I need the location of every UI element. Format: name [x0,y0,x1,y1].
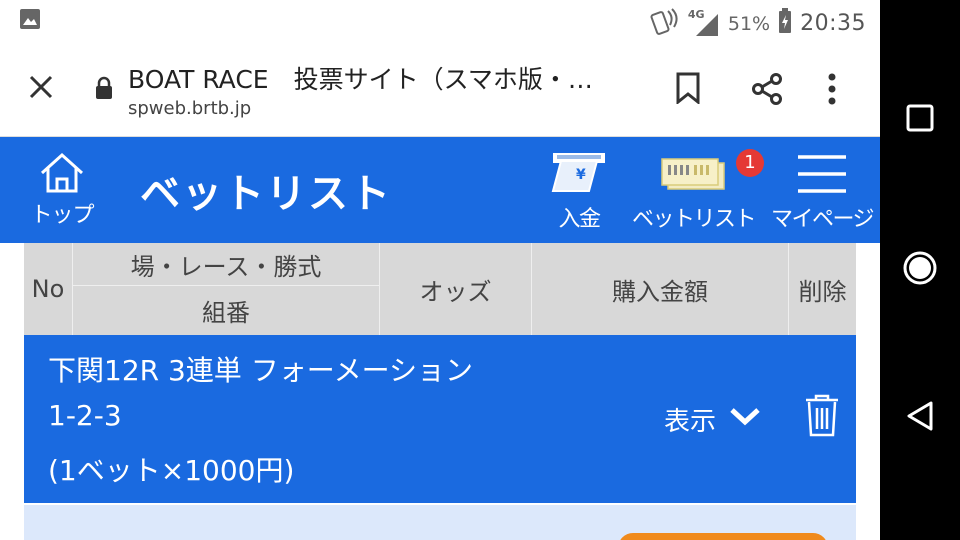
battery-percent: 51% [727,12,771,35]
header-venue-race-type: 場・レース・勝式 [130,252,322,281]
android-nav-bar [880,0,960,540]
header-amount: 購入金額 [612,277,708,306]
home-button[interactable]: トップ [26,151,98,229]
chevron-down-icon [728,405,762,435]
betlist-label: ベットリスト [632,207,757,232]
lock-icon [94,76,114,104]
header-title: ベットリスト [140,171,392,217]
header-delete: 削除 [798,277,847,306]
svg-text:¥: ¥ [576,167,586,183]
clock: 20:35 [800,11,866,36]
phone-screen: 4G 51% 20:35 BOAT RACE 投票サイト（スマホ版・… spwe… [0,0,880,540]
show-label: 表示 [664,407,717,437]
recents-button[interactable] [900,100,940,140]
recents-icon [905,103,935,137]
mypage-label: マイページ [770,207,875,232]
action-button[interactable] [618,533,828,540]
status-bar: 4G 51% 20:35 [0,0,880,42]
home-nav-button[interactable] [900,250,940,290]
deposit-icon: ¥ [551,153,607,201]
home-label: トップ [30,203,94,228]
deposit-button[interactable]: ¥ 入金 [548,151,610,233]
menu-icon [794,155,850,201]
bet-detail: (1ベット×1000円) [48,454,295,487]
battery-icon [778,8,792,39]
header-no: No [31,275,65,303]
bet-table: No 場・レース・勝式 組番 オッズ 購入金額 削除 下関12R 3連単 フォー… [24,243,856,540]
table-row: 下関12R 3連単 フォーメーション 1-2-3 (1ベット×1000円) 表示 [24,335,856,503]
home-circle-icon [901,249,939,291]
row-detail-area [24,505,856,540]
deposit-label: 入金 [558,207,601,232]
ticket-icon: 1 [660,149,764,201]
header-combination: 組番 [202,299,250,327]
mypage-button[interactable]: マイページ [766,151,878,233]
browser-toolbar: BOAT RACE 投票サイト（スマホ版・… spweb.brtb.jp [0,42,880,137]
image-notification-icon [19,8,41,35]
betlist-button[interactable]: 1 ベットリスト [632,149,764,233]
trash-icon[interactable] [804,393,840,444]
back-icon [905,400,935,436]
table-header: No 場・レース・勝式 組番 オッズ 購入金額 削除 [24,243,856,335]
back-button[interactable] [900,398,940,438]
bet-race: 下関12R 3連単 フォーメーション [48,354,474,387]
site-header: トップ ベットリスト ¥ 入金 1 ベットリスト マイページ [0,137,880,243]
bookmark-icon[interactable] [674,72,702,108]
header-odds: オッズ [419,277,492,306]
nfc-icon [650,7,680,40]
show-details-button[interactable]: 表示 [664,401,762,438]
page-title[interactable]: BOAT RACE 投票サイト（スマホ版・… [128,60,628,96]
bet-combination: 1-2-3 [48,399,122,432]
share-icon[interactable] [750,72,784,110]
betlist-count-badge: 1 [736,149,764,177]
close-icon[interactable] [28,74,54,104]
more-options-icon[interactable] [826,72,838,110]
signal-icon: 4G [688,8,720,38]
url-text[interactable]: spweb.brtb.jp [128,98,251,119]
